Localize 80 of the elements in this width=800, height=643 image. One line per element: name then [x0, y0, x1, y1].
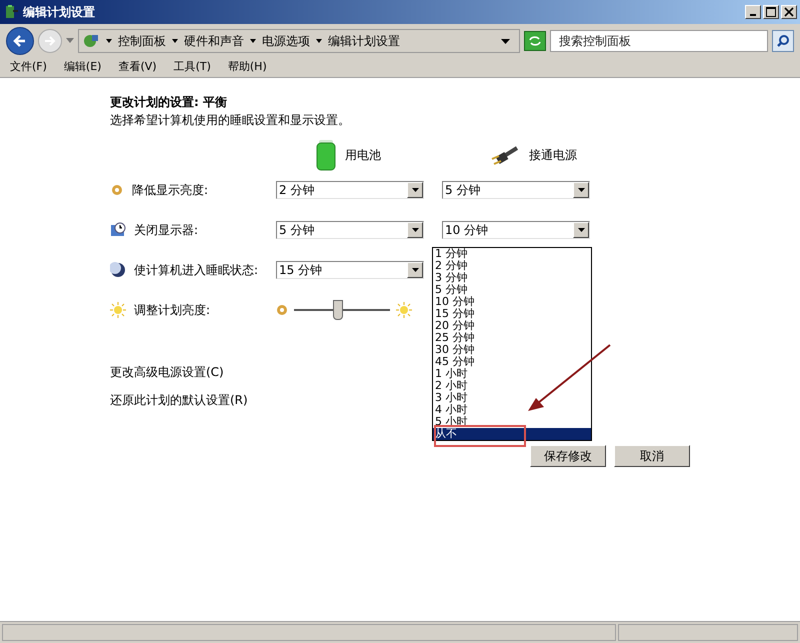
brightness-low-icon — [276, 304, 288, 316]
battery-icon — [315, 139, 337, 171]
dropdown-arrow-icon — [412, 228, 418, 232]
chevron-icon — [250, 39, 256, 43]
button[interactable]: 保存修改 — [530, 445, 606, 467]
breadcrumb[interactable]: 编辑计划设置 — [328, 32, 400, 50]
minimize-icon — [750, 14, 756, 16]
refresh-button[interactable] — [524, 31, 546, 51]
breadcrumb[interactable]: 电源选项 — [262, 32, 310, 50]
menu-item[interactable]: 编辑(E) — [64, 59, 102, 76]
minimize-button[interactable] — [745, 5, 761, 19]
list-option[interactable]: 3 小时 — [433, 392, 470, 404]
close-button[interactable] — [781, 5, 797, 19]
breadcrumb[interactable]: 硬件和声音 — [184, 32, 244, 50]
chevron-icon — [316, 39, 322, 43]
menu-item[interactable]: 查看(V) — [118, 59, 157, 76]
window-icon — [3, 4, 19, 20]
window-title: 编辑计划设置 — [23, 4, 95, 21]
dropdown[interactable]: 5 分钟 — [276, 221, 424, 239]
list-option[interactable]: 10 分钟 — [433, 296, 476, 308]
list-option[interactable]: 20 分钟 — [433, 320, 476, 332]
power-plug-icon — [491, 144, 521, 166]
dropdown-arrow-icon — [578, 188, 584, 192]
refresh-icon — [528, 35, 542, 47]
control-panel-icon — [82, 32, 100, 50]
dropdown-arrow-icon — [412, 268, 418, 272]
brightness-low-icon — [110, 183, 124, 197]
close-icon — [784, 7, 794, 17]
breadcrumb[interactable]: 控制面板 — [118, 32, 166, 50]
list-option[interactable]: 1 分钟 — [433, 248, 470, 260]
list-option[interactable]: 5 分钟 — [433, 284, 470, 296]
menu-item[interactable]: 工具(T) — [174, 59, 211, 76]
list-option[interactable]: 4 小时 — [433, 404, 470, 416]
list-option[interactable]: 2 小时 — [433, 380, 470, 392]
dropdown-arrow-icon — [412, 188, 418, 192]
dropdown[interactable]: 10 分钟 — [442, 221, 590, 239]
slider-thumb[interactable] — [332, 300, 343, 320]
setting-label: 关闭显示器: — [134, 222, 198, 239]
left-arrow-icon — [12, 33, 28, 49]
chevron-icon — [172, 39, 178, 43]
column-label: 接通电源 — [529, 147, 577, 164]
moon-icon — [110, 262, 126, 278]
dropdown-arrow-icon — [578, 228, 584, 232]
setting-label: 降低显示亮度: — [132, 182, 208, 199]
address-bar[interactable]: 控制面板 硬件和声音 电源选项 编辑计划设置 — [78, 29, 520, 53]
list-option[interactable]: 25 分钟 — [433, 332, 476, 344]
chevron-icon — [106, 39, 112, 43]
dropdown-arrow-icon — [501, 38, 510, 44]
list-option[interactable]: 45 分钟 — [433, 356, 476, 368]
right-arrow-icon — [43, 34, 57, 48]
page-subtitle: 选择希望计算机使用的睡眠设置和显示设置。 — [110, 112, 351, 129]
sun-icon — [396, 302, 412, 318]
maximize-button[interactable] — [763, 5, 779, 19]
dropdown[interactable]: 5 分钟 — [442, 181, 590, 199]
link[interactable]: 更改高级电源设置(C) — [110, 363, 224, 381]
back-button[interactable] — [6, 27, 34, 55]
dropdown[interactable]: 15 分钟 — [276, 261, 424, 279]
slider[interactable] — [294, 298, 390, 322]
search-field[interactable]: 搜索控制面板 — [550, 30, 768, 52]
maximize-icon — [766, 7, 776, 17]
setting-label: 使计算机进入睡眠状态: — [134, 262, 258, 279]
list-option[interactable]: 15 分钟 — [433, 308, 476, 320]
menu-item[interactable]: 文件(F) — [10, 59, 47, 76]
list-option[interactable]: 从不 — [433, 428, 591, 440]
list-option[interactable]: 3 分钟 — [433, 272, 470, 284]
page-heading: 更改计划的设置: 平衡 — [110, 94, 228, 111]
setting-label: 调整计划亮度: — [134, 302, 210, 319]
list-option[interactable]: 1 小时 — [433, 368, 470, 380]
list-option[interactable]: 30 分钟 — [433, 344, 476, 356]
button[interactable]: 取消 — [614, 445, 690, 467]
menu-item[interactable]: 帮助(H) — [228, 59, 267, 76]
monitor-clock-icon — [110, 222, 126, 238]
search-icon — [776, 34, 790, 48]
sun-icon — [110, 302, 126, 318]
link[interactable]: 还原此计划的默认设置(R) — [110, 391, 248, 409]
column-label: 用电池 — [345, 147, 381, 164]
search-button[interactable] — [772, 30, 794, 52]
dropdown[interactable]: 2 分钟 — [276, 181, 424, 199]
dropdown-arrow-icon — [66, 38, 74, 44]
list-option[interactable]: 2 分钟 — [433, 260, 470, 272]
